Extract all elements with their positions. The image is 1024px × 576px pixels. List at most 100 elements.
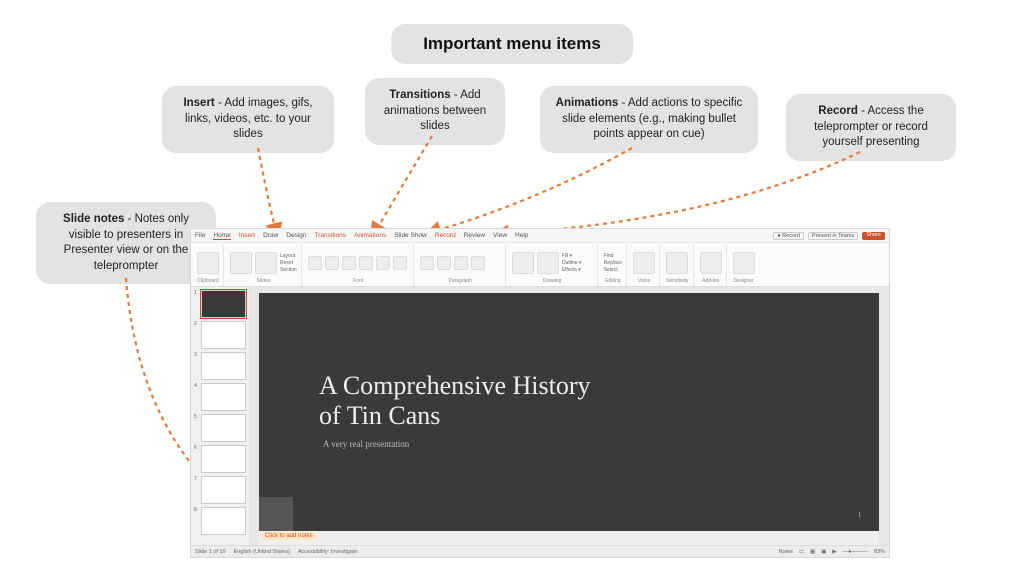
group-drawing-label: Drawing — [512, 278, 593, 284]
shapes-icon[interactable] — [512, 252, 534, 274]
ribbon: Clipboard Layout Reset Section Slides — [191, 243, 889, 287]
section-button[interactable]: Section — [280, 267, 297, 273]
font-picker-icon[interactable] — [308, 256, 322, 270]
reuse-slides-icon[interactable] — [255, 252, 277, 274]
group-sensitivity: Sensitivity — [662, 245, 694, 286]
group-clipboard-label: Clipboard — [197, 278, 219, 284]
group-clipboard: Clipboard — [193, 245, 224, 286]
callout-record-label: Record — [818, 105, 858, 117]
tab-design[interactable]: Design — [286, 232, 306, 239]
paste-icon[interactable] — [197, 252, 219, 274]
group-drawing: Fill ▾ Outline ▾ Effects ▾ Drawing — [508, 245, 598, 286]
shape-effects-button[interactable]: Effects ▾ — [562, 267, 582, 273]
present-teams-button[interactable]: Present in Teams — [808, 232, 858, 240]
tab-home[interactable]: Home — [213, 232, 230, 240]
thumbnail-3[interactable]: 3 — [194, 352, 246, 380]
callout-slidenotes: Slide notes - Notes only visible to pres… — [36, 202, 216, 284]
slide-canvas[interactable]: A Comprehensive History of Tin Cans A ve… — [259, 293, 879, 531]
group-editing-label: Editing — [604, 278, 622, 284]
callout-transitions: Transitions - Add animations between sli… — [365, 78, 505, 145]
group-sensitivity-label: Sensitivity — [666, 278, 689, 284]
underline-icon[interactable] — [376, 256, 390, 270]
view-reading-icon[interactable]: ▣ — [821, 549, 826, 555]
reset-button[interactable]: Reset — [280, 260, 297, 266]
tab-record[interactable]: Record — [435, 232, 456, 239]
status-accessibility[interactable]: Accessibility: Investigate — [298, 549, 358, 555]
replace-button[interactable]: Replace — [604, 260, 622, 266]
italic-icon[interactable] — [359, 256, 373, 270]
font-size-icon[interactable] — [325, 256, 339, 270]
shape-fill-button[interactable]: Fill ▾ — [562, 253, 582, 259]
align-icon[interactable] — [454, 256, 468, 270]
callout-insert: Insert - Add images, gifs, links, videos… — [162, 86, 334, 153]
line-spacing-icon[interactable] — [471, 256, 485, 270]
designer-icon[interactable] — [733, 252, 755, 274]
record-button[interactable]: ● Record — [773, 232, 804, 240]
group-voice-label: Voice — [633, 278, 655, 284]
thumbnail-8[interactable]: 8 — [194, 507, 246, 535]
status-lang: English (United States) — [234, 549, 290, 555]
group-voice: Voice — [629, 245, 660, 286]
tab-help[interactable]: Help — [515, 232, 528, 239]
callout-record: Record - Access the teleprompter or reco… — [786, 94, 956, 161]
zoom-slider[interactable]: —●——— — [843, 549, 868, 555]
group-paragraph: Paragraph — [416, 245, 506, 286]
callout-animations-label: Animations — [556, 97, 619, 109]
arrange-icon[interactable] — [537, 252, 559, 274]
thumbnail-6[interactable]: 6 — [194, 445, 246, 473]
tab-review[interactable]: Review — [464, 232, 485, 239]
group-paragraph-label: Paragraph — [420, 278, 501, 284]
thumbnail-5[interactable]: 5 — [194, 414, 246, 442]
tab-animations[interactable]: Animations — [354, 232, 386, 239]
new-slide-icon[interactable] — [230, 252, 252, 274]
slide-title[interactable]: A Comprehensive History of Tin Cans — [319, 371, 699, 431]
group-font: Font — [304, 245, 414, 286]
view-slideshow-icon[interactable]: ▶ — [832, 549, 836, 555]
thumbnail-panel[interactable]: 1 2 3 4 5 6 7 8 — [191, 287, 249, 545]
view-sorter-icon[interactable]: ▦ — [810, 549, 815, 555]
powerpoint-window: File Home Insert Draw Design Transitions… — [190, 228, 890, 558]
tab-view[interactable]: View — [493, 232, 507, 239]
slide-accent-shape — [259, 497, 293, 531]
share-button[interactable]: Share — [862, 232, 885, 240]
ribbon-tabs: File Home Insert Draw Design Transitions… — [191, 229, 889, 243]
slide-subtitle[interactable]: A very real presentation — [323, 439, 409, 449]
font-color-icon[interactable] — [393, 256, 407, 270]
bold-icon[interactable] — [342, 256, 356, 270]
thumbnail-2[interactable]: 2 — [194, 321, 246, 349]
select-button[interactable]: Select — [604, 267, 622, 273]
callout-slidenotes-label: Slide notes — [63, 213, 124, 225]
group-slides-label: Slides — [230, 278, 297, 284]
dictate-icon[interactable] — [633, 252, 655, 274]
notes-placeholder[interactable]: Click to add notes — [261, 532, 317, 540]
layout-button[interactable]: Layout — [280, 253, 297, 259]
thumbnail-7[interactable]: 7 — [194, 476, 246, 504]
workspace: 1 2 3 4 5 6 7 8 A Comprehensive History … — [191, 287, 889, 545]
callout-insert-label: Insert — [183, 97, 214, 109]
group-addins: Add-ins — [696, 245, 727, 286]
group-addins-label: Add-ins — [700, 278, 722, 284]
slide-stage: A Comprehensive History of Tin Cans A ve… — [249, 287, 889, 545]
tab-file[interactable]: File — [195, 232, 205, 239]
status-notes-button[interactable]: Notes — [778, 549, 792, 555]
view-normal-icon[interactable]: ▭ — [799, 549, 804, 555]
tab-insert[interactable]: Insert — [239, 232, 255, 239]
tab-draw[interactable]: Draw — [263, 232, 278, 239]
bullets-icon[interactable] — [420, 256, 434, 270]
page-title: Important menu items — [391, 24, 633, 64]
numbering-icon[interactable] — [437, 256, 451, 270]
tab-slideshow[interactable]: Slide Show — [394, 232, 427, 239]
zoom-value[interactable]: 83% — [874, 549, 885, 555]
status-bar: Slide 1 of 10 English (United States) Ac… — [191, 545, 889, 557]
slide-number: 1 — [858, 511, 862, 519]
group-designer-label: Designer — [733, 278, 755, 284]
shape-outline-button[interactable]: Outline ▾ — [562, 260, 582, 266]
tab-transitions[interactable]: Transitions — [315, 232, 347, 239]
sensitivity-icon[interactable] — [666, 252, 688, 274]
thumbnail-1[interactable]: 1 — [194, 290, 246, 318]
thumbnail-4[interactable]: 4 — [194, 383, 246, 411]
notes-bar[interactable]: Click to add notes — [259, 531, 879, 545]
find-button[interactable]: Find — [604, 253, 622, 259]
addins-icon[interactable] — [700, 252, 722, 274]
callout-transitions-label: Transitions — [389, 89, 450, 101]
